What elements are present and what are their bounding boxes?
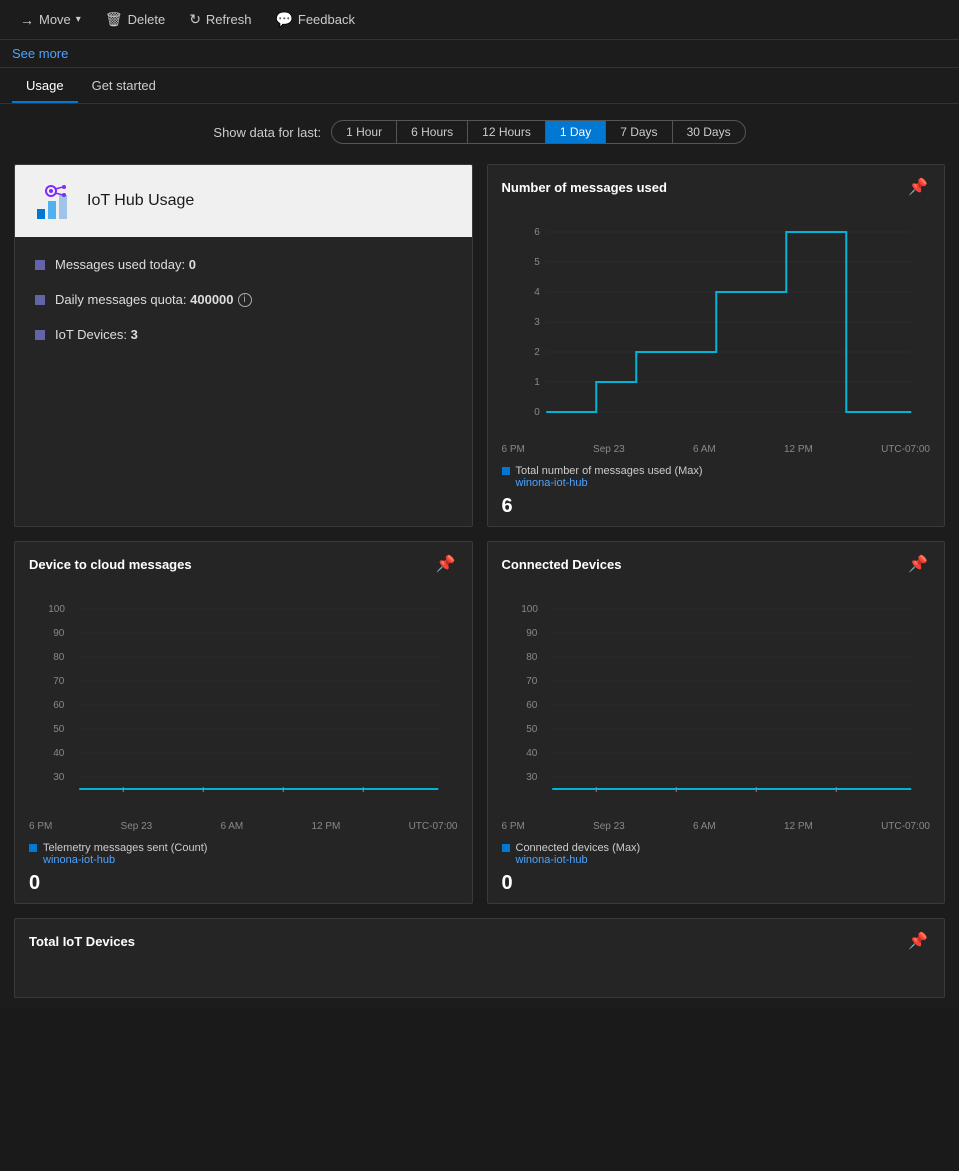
see-more-link[interactable]: See more [12, 46, 68, 61]
info-icon-quota[interactable]: i [238, 293, 252, 307]
delete-icon: 🗑 [105, 11, 123, 28]
messages-legend-item: Total number of messages used (Max) wino… [502, 465, 931, 489]
svg-text:1: 1 [534, 377, 540, 388]
connected-devices-legend: Connected devices (Max) winona-iot-hub [488, 836, 945, 870]
svg-text:100: 100 [521, 604, 538, 615]
time-option-12h[interactable]: 12 Hours [468, 121, 546, 143]
stat-row-messages-today: Messages used today: 0 [35, 257, 452, 272]
dashboard-grid: IoT Hub Usage Messages used today: 0 Dai… [14, 164, 945, 904]
feedback-icon: 💬 [275, 11, 292, 28]
time-option-7d[interactable]: 7 Days [606, 121, 672, 143]
svg-text:70: 70 [526, 676, 538, 687]
connected-devices-x-labels: 6 PM Sep 23 6 AM 12 PM UTC-07:00 [488, 821, 945, 832]
total-iot-card: Total IoT Devices 📌 [14, 918, 945, 998]
device-cloud-x-labels: 6 PM Sep 23 6 AM 12 PM UTC-07:00 [15, 821, 472, 832]
messages-legend-value: 6 [488, 493, 945, 526]
dashboard: IoT Hub Usage Messages used today: 0 Dai… [0, 154, 959, 1008]
iot-usage-card: IoT Hub Usage Messages used today: 0 Dai… [14, 164, 473, 527]
connected-devices-legend-item: Connected devices (Max) winona-iot-hub [502, 842, 931, 866]
svg-text:5: 5 [534, 257, 540, 268]
svg-text:80: 80 [53, 652, 65, 663]
messages-chart-area: 6 5 4 3 2 1 0 [488, 207, 945, 444]
svg-text:80: 80 [526, 652, 538, 663]
legend-color-messages [502, 467, 510, 475]
move-button[interactable]: → Move ▾ [10, 7, 91, 33]
svg-text:30: 30 [526, 772, 538, 783]
messages-used-title: Number of messages used [502, 180, 667, 195]
time-option-6h[interactable]: 6 Hours [397, 121, 468, 143]
pin-button-total-iot[interactable]: 📌 [906, 929, 930, 953]
tab-get-started[interactable]: Get started [78, 68, 170, 103]
pin-button-device-cloud[interactable]: 📌 [434, 552, 458, 576]
time-option-1d[interactable]: 1 Day [546, 121, 606, 143]
svg-text:0: 0 [534, 407, 540, 418]
device-cloud-title: Device to cloud messages [29, 557, 192, 572]
time-filter-bar: Show data for last: 1 Hour 6 Hours 12 Ho… [0, 104, 959, 154]
svg-text:50: 50 [526, 724, 538, 735]
stat-dot-messages [35, 260, 45, 270]
total-iot-title: Total IoT Devices [29, 934, 135, 949]
iot-usage-body: Messages used today: 0 Daily messages qu… [15, 237, 472, 382]
svg-text:100: 100 [48, 604, 65, 615]
svg-text:90: 90 [526, 628, 538, 639]
move-icon: → [20, 12, 34, 28]
connected-devices-legend-value: 0 [488, 870, 945, 903]
time-filter-options: 1 Hour 6 Hours 12 Hours 1 Day 7 Days 30 … [331, 120, 746, 144]
svg-text:60: 60 [53, 700, 65, 711]
tabs-bar: Usage Get started [0, 68, 959, 104]
svg-text:2: 2 [534, 347, 540, 358]
device-cloud-legend: Telemetry messages sent (Count) winona-i… [15, 836, 472, 870]
feedback-button[interactable]: 💬 Feedback [265, 6, 365, 33]
time-filter-label: Show data for last: [213, 125, 321, 140]
svg-text:70: 70 [53, 676, 65, 687]
iot-usage-title: IoT Hub Usage [87, 192, 194, 210]
connected-devices-svg: 100 90 80 70 60 50 40 30 [502, 592, 931, 812]
delete-button[interactable]: 🗑 Delete [95, 6, 175, 33]
svg-text:30: 30 [53, 772, 65, 783]
device-cloud-legend-value: 0 [15, 870, 472, 903]
chevron-down-icon: ▾ [76, 14, 81, 25]
svg-text:50: 50 [53, 724, 65, 735]
connected-devices-header: Connected Devices 📌 [488, 542, 945, 584]
refresh-icon: ↻ [189, 11, 201, 28]
svg-text:60: 60 [526, 700, 538, 711]
pin-button-messages[interactable]: 📌 [906, 175, 930, 199]
stat-dot-devices [35, 330, 45, 340]
device-cloud-header: Device to cloud messages 📌 [15, 542, 472, 584]
connected-devices-chart-area: 100 90 80 70 60 50 40 30 [488, 584, 945, 821]
messages-x-labels: 6 PM Sep 23 6 AM 12 PM UTC-07:00 [488, 444, 945, 455]
messages-legend: Total number of messages used (Max) wino… [488, 459, 945, 493]
time-option-30d[interactable]: 30 Days [673, 121, 745, 143]
see-more-bar: See more [0, 40, 959, 68]
stat-row-devices: IoT Devices: 3 [35, 327, 452, 342]
device-cloud-legend-item: Telemetry messages sent (Count) winona-i… [29, 842, 458, 866]
iot-logo-icon [35, 181, 75, 221]
time-option-1h[interactable]: 1 Hour [332, 121, 397, 143]
stat-dot-quota [35, 295, 45, 305]
svg-text:3: 3 [534, 317, 540, 328]
messages-used-header: Number of messages used 📌 [488, 165, 945, 207]
svg-text:40: 40 [53, 748, 65, 759]
iot-usage-header: IoT Hub Usage [15, 165, 472, 237]
svg-text:6: 6 [534, 227, 540, 238]
device-cloud-chart-area: 100 90 80 70 60 50 40 30 [15, 584, 472, 821]
messages-used-card: Number of messages used 📌 6 5 4 3 2 1 0 [487, 164, 946, 527]
connected-devices-card: Connected Devices 📌 100 90 80 70 60 50 4… [487, 541, 946, 904]
stat-row-quota: Daily messages quota: 400000 i [35, 292, 452, 307]
svg-text:4: 4 [534, 287, 540, 298]
svg-text:90: 90 [53, 628, 65, 639]
total-iot-header: Total IoT Devices 📌 [15, 919, 944, 961]
connected-devices-title: Connected Devices [502, 557, 622, 572]
toolbar: → Move ▾ 🗑 Delete ↻ Refresh 💬 Feedback [0, 0, 959, 40]
svg-text:40: 40 [526, 748, 538, 759]
refresh-button[interactable]: ↻ Refresh [179, 6, 261, 33]
legend-color-device-cloud [29, 844, 37, 852]
pin-button-connected[interactable]: 📌 [906, 552, 930, 576]
device-cloud-card: Device to cloud messages 📌 100 90 80 70 … [14, 541, 473, 904]
messages-chart-svg: 6 5 4 3 2 1 0 [502, 215, 931, 435]
tab-usage[interactable]: Usage [12, 68, 78, 103]
legend-color-connected [502, 844, 510, 852]
device-cloud-svg: 100 90 80 70 60 50 40 30 [29, 592, 458, 812]
